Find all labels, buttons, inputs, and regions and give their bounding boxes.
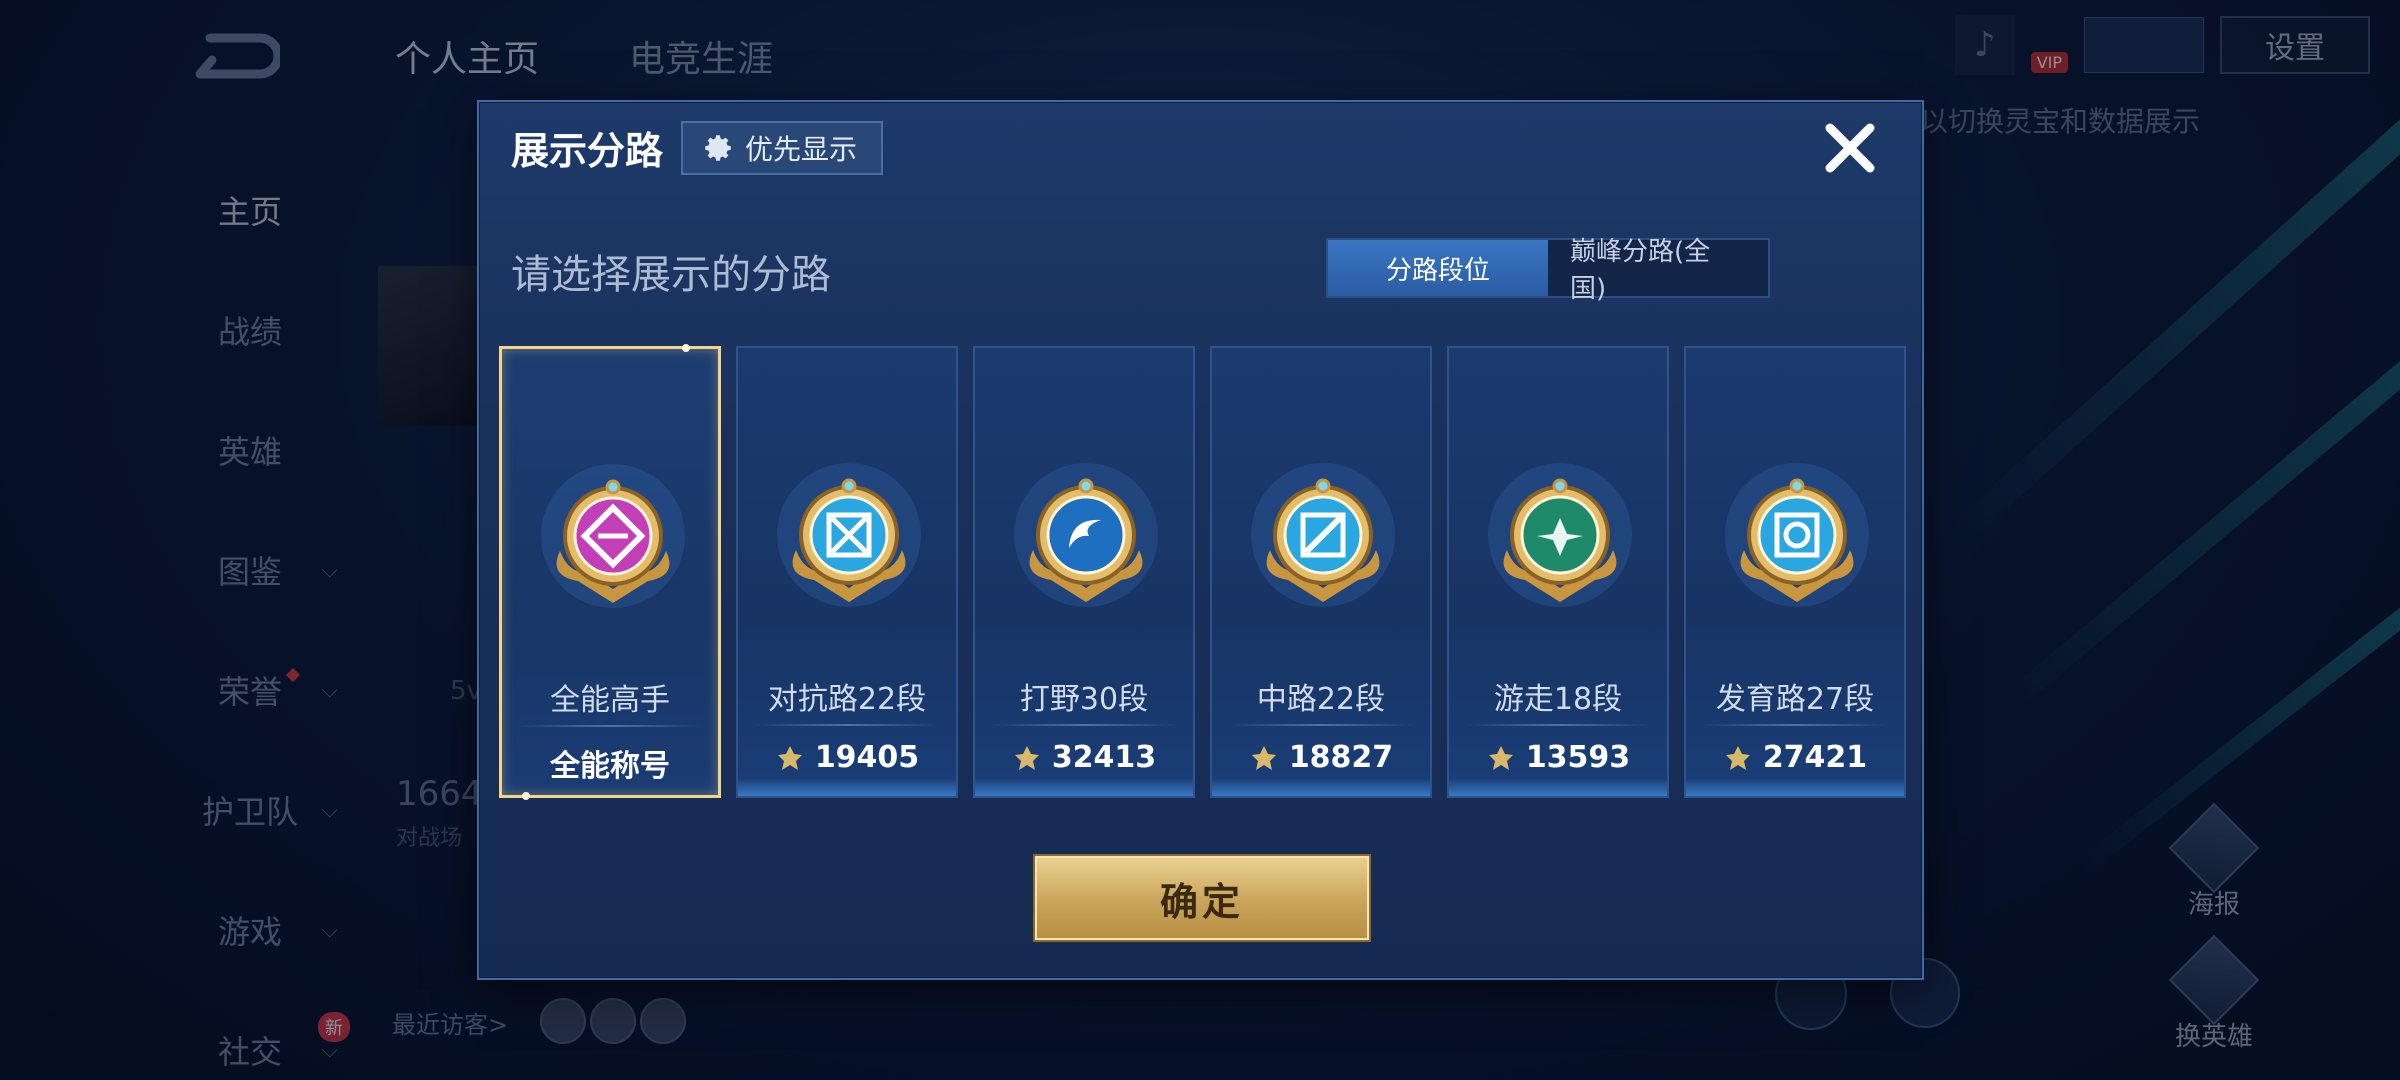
- clash-lane-medal-icon: [777, 463, 921, 607]
- corner-ornament: [682, 344, 690, 352]
- confirm-button[interactable]: 确定: [1035, 856, 1369, 940]
- score-value: 27421: [1762, 740, 1868, 775]
- gear-icon: [705, 134, 731, 161]
- peak-score-icon: [1725, 745, 1750, 770]
- divider: [1228, 724, 1414, 726]
- peak-score-icon: [1251, 745, 1276, 770]
- card-score: 13593: [1449, 740, 1667, 775]
- lane-card-farm-lane[interactable]: 发育路27段 27421: [1684, 346, 1906, 798]
- ranking-type-toggle: 分路段位 巅峰分路(全国): [1326, 237, 1770, 304]
- divider: [1702, 724, 1888, 726]
- dialog-title: 展示分路: [511, 129, 664, 173]
- card-score: 27421: [1686, 740, 1904, 775]
- jungle-medal-icon: [1014, 463, 1158, 607]
- tab-lane-rank[interactable]: 分路段位: [1328, 240, 1548, 296]
- card-glow: [1686, 778, 1904, 796]
- card-lane-name: 对抗路22段: [767, 682, 927, 717]
- score-value: 13593: [1525, 740, 1631, 775]
- dialog-subtitle: 请选择展示的分路: [511, 252, 831, 298]
- priority-display-button[interactable]: 优先显示: [681, 120, 884, 175]
- card-lane-name: 打野30段: [1019, 682, 1149, 717]
- score-value: 19405: [814, 740, 920, 775]
- lane-card-mid-lane[interactable]: 中路22段 18827: [1210, 346, 1432, 798]
- divider: [1465, 724, 1651, 726]
- card-score: 18827: [1212, 740, 1430, 775]
- mid-lane-medal-icon: [1251, 463, 1395, 607]
- divider: [518, 725, 702, 727]
- lane-card-roam[interactable]: 游走18段 13593: [1447, 346, 1669, 798]
- score-value: 18827: [1288, 740, 1394, 775]
- score-value: 32413: [1051, 740, 1157, 775]
- card-glow: [1212, 778, 1430, 796]
- corner-ornament: [522, 792, 530, 800]
- peak-score-icon: [777, 745, 802, 770]
- card-glow: [738, 778, 956, 796]
- divider: [754, 724, 940, 726]
- lane-display-dialog: 展示分路 优先显示 请选择展示的分路 分路段位 巅峰分路(全国) 全能高手全能称…: [477, 100, 1924, 980]
- lane-card-jungle[interactable]: 打野30段 32413: [973, 346, 1195, 798]
- card-score: 19405: [738, 740, 956, 775]
- card-score: 32413: [975, 740, 1193, 775]
- divider: [991, 724, 1177, 726]
- roam-medal-icon: [1488, 463, 1632, 607]
- card-glow: [1449, 778, 1667, 796]
- card-lane-name: 游走18段: [1493, 682, 1623, 717]
- priority-display-label: 优先显示: [745, 132, 858, 166]
- close-icon[interactable]: [1818, 116, 1882, 180]
- lane-card-all-rounder[interactable]: 全能高手 全能称号: [499, 344, 721, 800]
- lane-card-list: 全能高手 全能称号 对抗路22段 19405 打野30段 32413 中路22段…: [499, 344, 1906, 800]
- card-lane-name: 全能高手: [550, 683, 670, 718]
- card-glow: [975, 778, 1193, 796]
- dialog-header: 展示分路 优先显示: [511, 120, 884, 175]
- tab-peak-lane-national[interactable]: 巅峰分路(全国): [1548, 237, 1768, 304]
- peak-score-icon: [1488, 745, 1513, 770]
- peak-score-icon: [1014, 745, 1039, 770]
- card-title-label: 全能称号: [550, 749, 670, 784]
- card-lane-name: 中路22段: [1256, 682, 1386, 717]
- card-lane-name: 发育路27段: [1715, 682, 1875, 717]
- all-rounder-medal-icon: [541, 464, 685, 608]
- lane-card-clash-lane[interactable]: 对抗路22段 19405: [736, 346, 958, 798]
- farm-lane-medal-icon: [1725, 463, 1869, 607]
